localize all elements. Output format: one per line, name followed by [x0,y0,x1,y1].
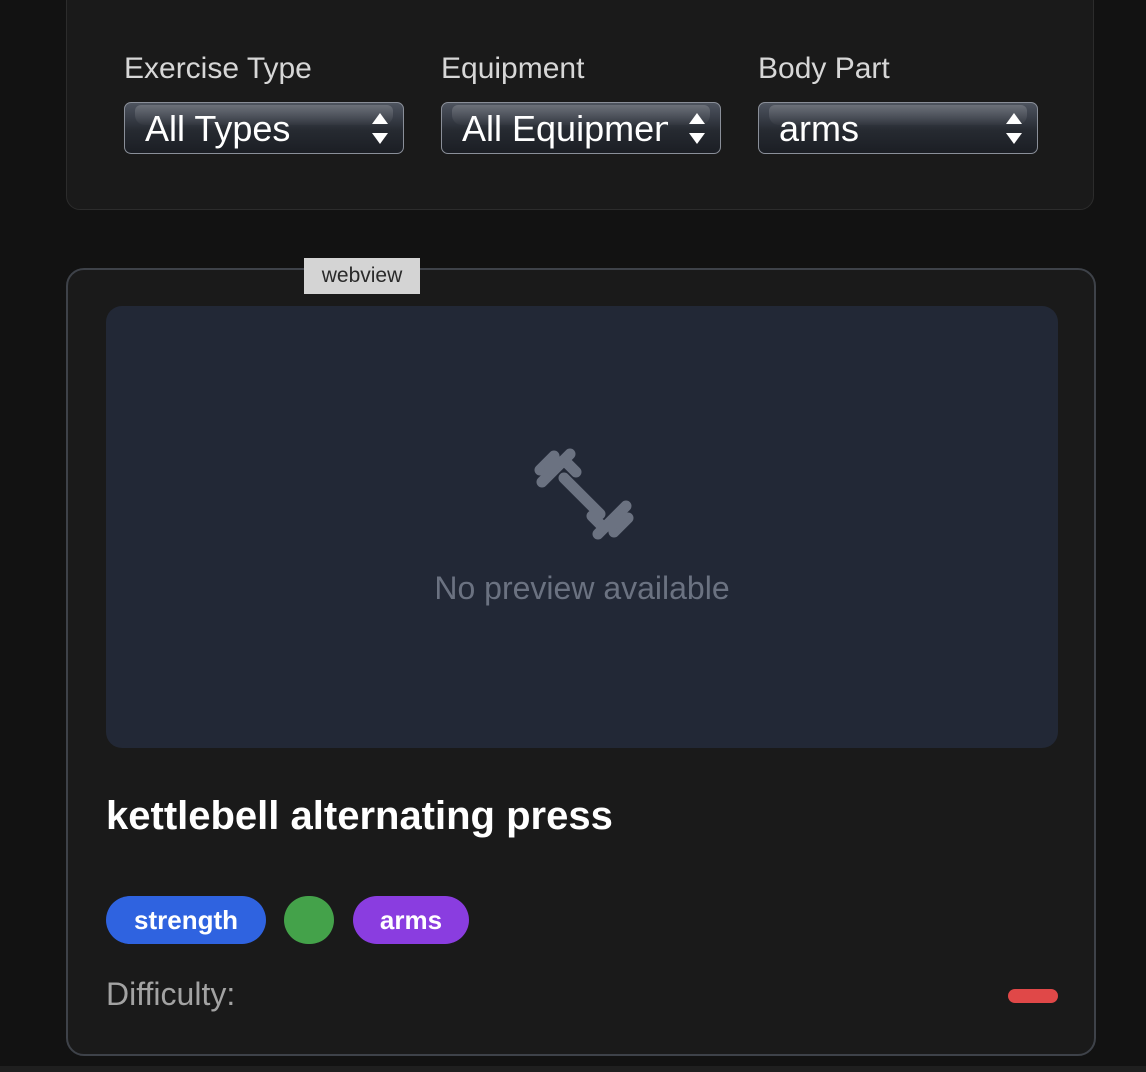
body-part-label: Body Part [758,52,890,85]
no-preview-text: No preview available [434,570,730,606]
exercise-card[interactable]: No preview available kettlebell alternat… [66,268,1096,1056]
exercise-type-label: Exercise Type [124,52,312,85]
equipment-label: Equipment [441,52,585,85]
equipment-select[interactable]: All Equipment [441,102,721,154]
select-arrows-icon [688,111,706,147]
type-tag: strength [106,896,266,944]
difficulty-label: Difficulty: [106,976,236,1012]
exercise-browser: Exercise Type All Types Equipment All Eq… [0,0,1146,1072]
body-part-filter: Body Part arms [758,52,1038,154]
equipment-filter: Equipment All Equipment [441,52,721,154]
webview-tag: webview [304,258,420,294]
exercise-type-select[interactable]: All Types [124,102,404,154]
dumbbell-icon [534,448,634,540]
body-part-select[interactable]: arms [758,102,1038,154]
equipment-tag [284,896,334,944]
body-part-tag: arms [353,896,469,944]
select-arrows-icon [371,111,389,147]
difficulty-indicator [1008,989,1058,1003]
select-arrows-icon [1005,111,1023,147]
exercise-preview: No preview available [106,306,1058,748]
exercise-type-filter: Exercise Type All Types [124,52,404,154]
exercise-type-value: All Types [145,109,291,149]
equipment-value: All Equipment [462,109,668,149]
body-part-value: arms [779,109,859,149]
exercise-title: kettlebell alternating press [106,794,613,838]
divider [0,1066,1146,1072]
